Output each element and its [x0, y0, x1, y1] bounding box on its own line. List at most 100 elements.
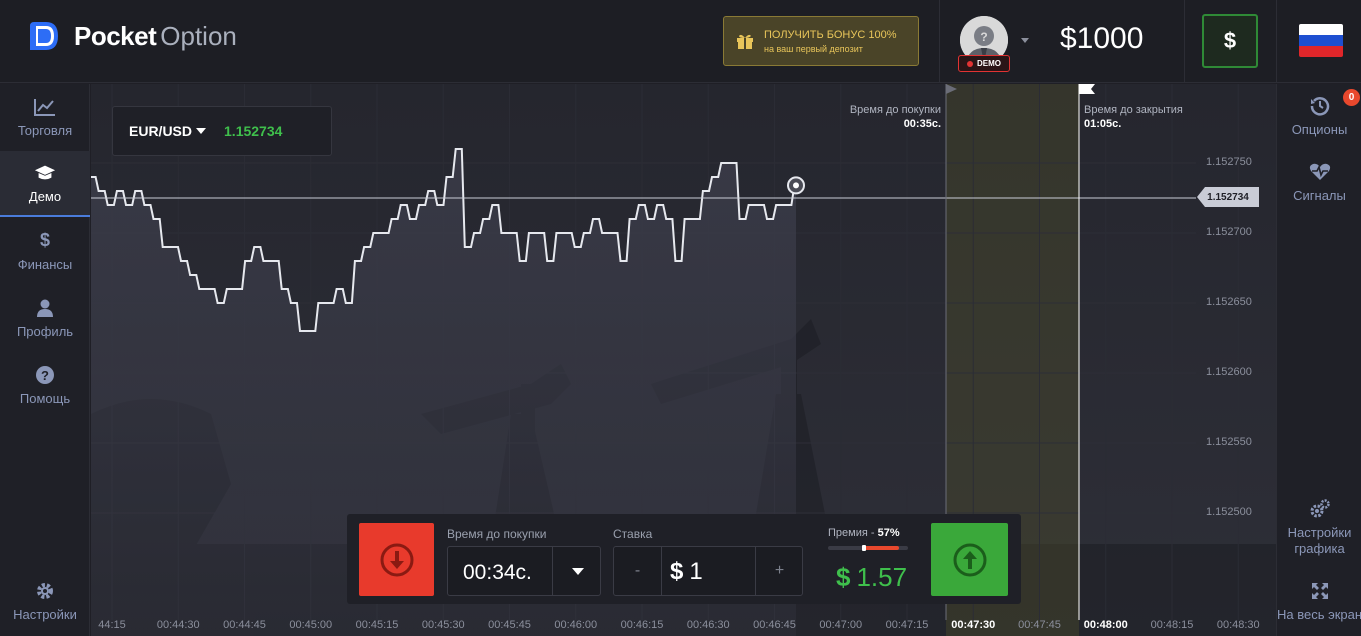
deposit-button[interactable]: $: [1202, 14, 1258, 68]
y-tick-label: 1.152550: [1206, 436, 1252, 448]
sell-down-button[interactable]: [359, 523, 434, 596]
svg-text:?: ?: [41, 368, 49, 383]
question-icon: ?: [34, 365, 56, 385]
chevron-down-icon: [196, 128, 207, 134]
nav-fullscreen-label: На весь экран: [1276, 607, 1361, 622]
expiration-time-label: Время до закрытия: [1084, 104, 1183, 116]
premium-bar-fill: [864, 546, 899, 550]
x-tick-label: 00:47:00: [819, 619, 863, 631]
right-sidebar: Опционы Сигналы Настройки графика На вес…: [1276, 84, 1361, 636]
left-sidebar: Торговля Демо $ Финансы Профиль ? Помощь: [0, 84, 90, 636]
gear-icon: [34, 581, 56, 601]
current-price-tag: 1.152734: [1197, 187, 1259, 207]
time-label: Время до покупки: [447, 527, 547, 541]
asset-pair: EUR/USD: [129, 123, 193, 139]
purchase-time-label: Время до покупки: [849, 104, 941, 116]
asset-price: 1.152734: [224, 123, 283, 139]
payout-currency: $: [836, 562, 851, 592]
nav-demo-label: Демо: [28, 188, 62, 204]
buy-up-button[interactable]: [931, 523, 1008, 596]
x-tick-label: 00:44:45: [223, 619, 266, 631]
expiration-time-value: 00:34с.: [463, 561, 532, 584]
logo-text-light: Option: [160, 20, 237, 51]
expiration-time-value: 01:05с.: [1084, 118, 1122, 130]
arrow-up-icon: [953, 543, 986, 576]
expiration-time-field[interactable]: 00:34с.: [447, 546, 601, 596]
nav-trading[interactable]: Торговля: [0, 84, 90, 150]
stake-currency: $: [670, 558, 684, 585]
bonus-title: ПОЛУЧИТЬ БОНУС 100%: [764, 28, 897, 41]
x-tick-label: 00:48:30: [1216, 619, 1260, 631]
x-tick-label: 00:46:45: [753, 619, 796, 631]
premium-bar: [828, 545, 908, 551]
asset-selector[interactable]: EUR/USD 1.152734: [112, 106, 332, 156]
chevron-down-icon[interactable]: [572, 568, 584, 575]
russia-flag-icon[interactable]: [1299, 24, 1343, 57]
bonus-button[interactable]: ПОЛУЧИТЬ БОНУС 100% на ваш первый депози…: [723, 16, 919, 66]
stake-decrease-button[interactable]: -: [614, 547, 662, 595]
premium-bar-knob: [862, 545, 866, 551]
nav-help[interactable]: ? Помощь: [0, 352, 90, 418]
demo-badge: DEMO: [958, 55, 1010, 72]
x-tick-label: 00:47:45: [1018, 619, 1061, 631]
divider: [939, 0, 940, 83]
nav-settings[interactable]: Настройки: [0, 568, 90, 634]
user-icon: [34, 298, 56, 318]
x-tick-label: 00:45:00: [289, 619, 333, 631]
chevron-down-icon[interactable]: [1021, 38, 1029, 43]
x-tick-label: 00:47:30: [951, 619, 996, 631]
y-tick-label: 1.152750: [1206, 156, 1252, 168]
stake-stepper[interactable]: - $1 +: [613, 546, 803, 596]
stake-increase-button[interactable]: +: [755, 547, 803, 595]
arrow-down-icon: [380, 543, 413, 576]
bonus-subtitle: на ваш первый депозит: [764, 43, 863, 54]
history-icon: [1309, 96, 1331, 116]
fullscreen-icon: [1309, 581, 1331, 601]
x-tick-label: 00:46:00: [554, 619, 598, 631]
premium-info: Премия - 57%: [828, 527, 900, 539]
options-count-badge: 0: [1343, 89, 1360, 106]
nav-signals-label: Сигналы: [1293, 188, 1346, 203]
divider: [552, 547, 553, 595]
premium-label: Премия: [828, 527, 868, 539]
chart-line-icon: [34, 97, 56, 117]
premium-percent: 57%: [877, 527, 900, 539]
nav-finance-label: Финансы: [17, 256, 73, 272]
x-tick-label: 00:45:30: [421, 619, 465, 631]
y-tick-label: 1.152500: [1206, 506, 1252, 518]
nav-fullscreen[interactable]: На весь экран: [1277, 581, 1361, 623]
svg-text:?: ?: [980, 30, 987, 44]
stake-label: Ставка: [613, 527, 653, 541]
current-price-dot-center: [793, 182, 799, 189]
demo-dot-icon: [967, 60, 973, 67]
graduation-cap-icon: [34, 163, 56, 183]
heartbeat-icon: [1309, 162, 1331, 182]
nav-settings-label: Настройки: [13, 606, 77, 622]
nav-finance[interactable]: $ Финансы: [0, 218, 90, 284]
nav-demo[interactable]: Демо: [0, 151, 90, 217]
x-tick-label: 00:48:00: [1083, 619, 1128, 631]
logo[interactable]: Pocket Option: [28, 20, 237, 52]
nav-profile-label: Профиль: [16, 323, 74, 339]
expiration-time-marker: Время до закрытия 01:05с.: [1084, 104, 1204, 130]
divider: [1184, 0, 1185, 83]
top-bar: Pocket Option ПОЛУЧИТЬ БОНУС 100% на ваш…: [0, 0, 1361, 83]
gift-icon: [737, 34, 753, 49]
nav-signals[interactable]: Сигналы: [1277, 162, 1361, 204]
x-tick-label: 00:48:15: [1150, 619, 1194, 631]
x-tick-label: 44:15: [98, 619, 126, 631]
nav-help-label: Помощь: [19, 390, 71, 406]
account-balance[interactable]: $1000: [1060, 22, 1143, 56]
demo-badge-label: DEMO: [977, 59, 1001, 68]
y-tick-label: 1.152700: [1206, 226, 1252, 238]
nav-chart-settings[interactable]: Настройки графика: [1277, 499, 1361, 557]
pocket-option-logo-icon: [30, 22, 58, 50]
purchase-time-value: 00:35с.: [903, 118, 941, 130]
divider: [1276, 0, 1277, 83]
stake-amount: 1: [689, 558, 703, 585]
nav-options-label: Опционы: [1291, 122, 1348, 137]
nav-profile[interactable]: Профиль: [0, 285, 90, 351]
x-tick-label: 00:47:15: [885, 619, 929, 631]
gears-icon: [1309, 499, 1331, 519]
stake-input[interactable]: $1: [670, 558, 703, 586]
